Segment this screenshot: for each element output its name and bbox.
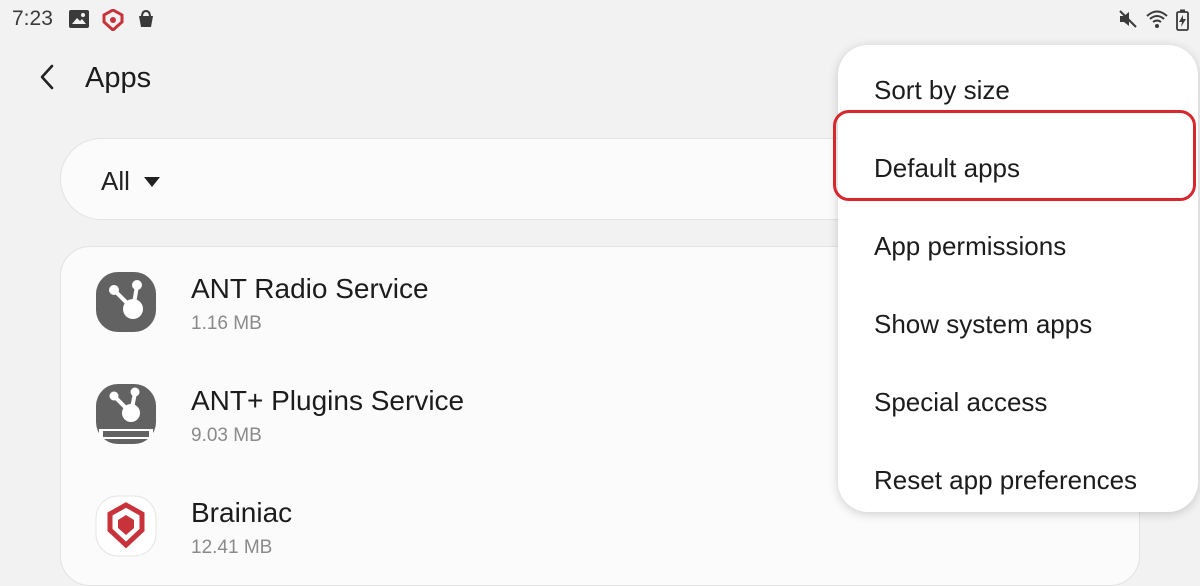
- ant-radio-icon: [95, 271, 157, 333]
- wifi-icon: [1145, 9, 1169, 34]
- brainiac-shield-icon: [102, 8, 124, 36]
- app-name: ANT Radio Service: [191, 273, 429, 304]
- app-name: Brainiac: [191, 497, 293, 528]
- menu-item-label: Sort by size: [874, 75, 1010, 105]
- menu-item-label: Show system apps: [874, 309, 1093, 339]
- status-bar: 7:23: [0, 0, 1200, 38]
- app-name: ANT+ Plugins Service: [191, 385, 465, 416]
- filter-label: All: [101, 166, 130, 196]
- menu-item-label: App permissions: [874, 231, 1067, 261]
- menu-item-app-permissions[interactable]: App permissions: [838, 207, 1198, 285]
- mute-icon: [1118, 9, 1138, 34]
- ant-plugins-icon: [95, 383, 157, 445]
- menu-item-label: Reset app preferences: [874, 465, 1138, 495]
- battery-charging-icon: [1176, 9, 1189, 36]
- highlight-annotation: [833, 110, 1196, 201]
- dropdown-arrow-icon: [143, 176, 160, 187]
- gallery-icon: [68, 9, 90, 34]
- menu-item-reset-app-preferences[interactable]: Reset app preferences: [838, 441, 1198, 519]
- back-arrow-icon: [37, 63, 57, 96]
- shopping-bag-icon: [136, 9, 156, 34]
- filter-dropdown[interactable]: All: [101, 166, 160, 197]
- app-size: 12.41 MB: [191, 537, 273, 558]
- app-size: 9.03 MB: [191, 425, 262, 446]
- menu-item-show-system-apps[interactable]: Show system apps: [838, 285, 1198, 363]
- status-time: 7:23: [12, 7, 53, 30]
- app-size: 1.16 MB: [191, 313, 262, 334]
- brainiac-icon: [95, 495, 157, 557]
- menu-item-special-access[interactable]: Special access: [838, 363, 1198, 441]
- menu-item-label: Special access: [874, 387, 1048, 417]
- page-title: Apps: [85, 62, 152, 94]
- back-button[interactable]: [30, 62, 64, 96]
